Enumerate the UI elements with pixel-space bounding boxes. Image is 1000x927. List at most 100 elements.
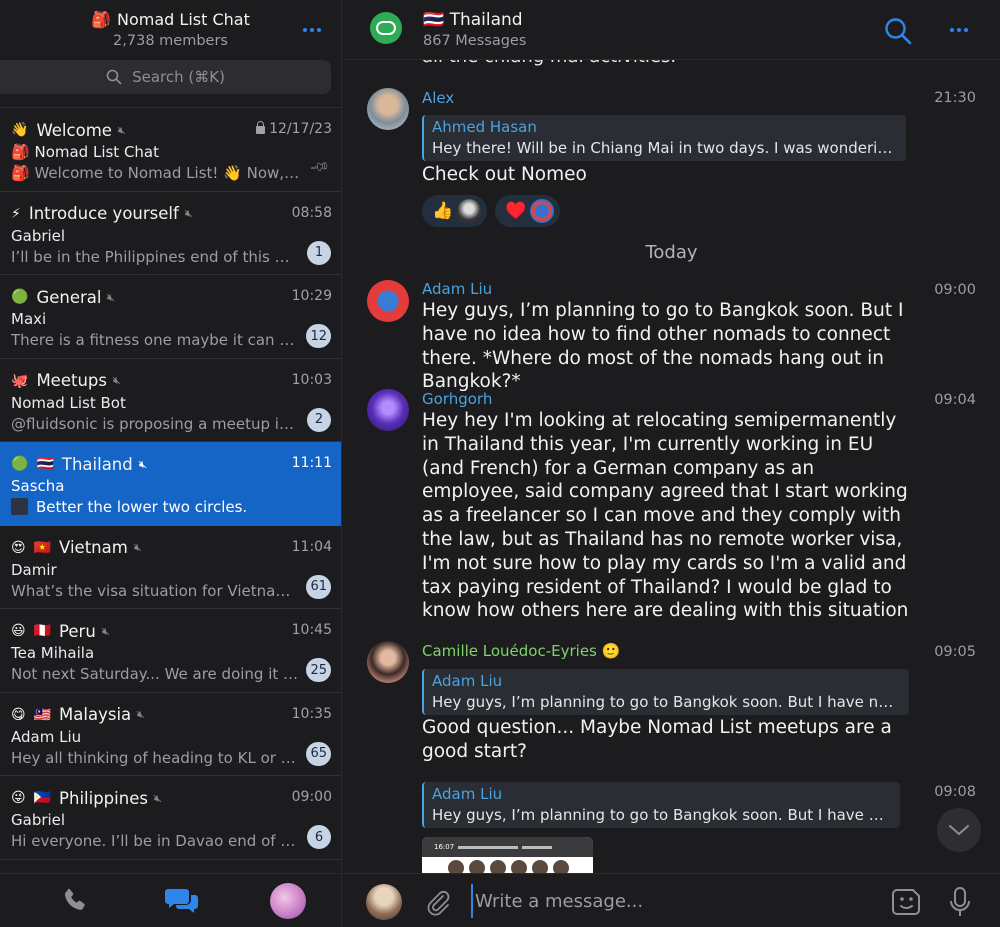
thailand-flag-icon: 🇹🇭 — [423, 10, 445, 30]
reaction-thumbs-up[interactable]: 👍 — [422, 195, 488, 227]
chat-sender: Damir — [11, 560, 57, 579]
avatar[interactable] — [367, 389, 409, 431]
chat-time: 10:35 — [291, 705, 332, 722]
message-text: Check out Nomeo — [422, 164, 587, 185]
message-sender[interactable]: Alex — [422, 89, 454, 107]
image-status-bar: 16:07 — [422, 837, 593, 857]
muted-icon: 🔇︎ — [106, 288, 117, 305]
message-sender[interactable]: Adam Liu — [422, 280, 492, 298]
muted-icon: 🔇︎ — [135, 706, 146, 722]
chat-item-general[interactable]: 🟢 General 🔇︎ 10:29 Maxi There is a fitness… — [0, 275, 341, 359]
chat-item-malaysia[interactable]: 😋 🇲🇾 Malaysia 🔇︎ 10:35 Adam Liu Hey all thi… — [0, 693, 341, 776]
sticker-icon[interactable] — [891, 886, 923, 918]
chat-preview: There is a fitness one maybe it can go..… — [11, 331, 301, 349]
channel-title[interactable]: 🇹🇭 Thailand — [423, 10, 523, 30]
search-bar[interactable]: Search (⌘K) — [0, 60, 331, 94]
chat-item-welcome[interactable]: 👋 Welcome 🔇︎ 12/17/23 🎒 Nomad List Chat 🎒 … — [0, 108, 341, 192]
message-time: 09:04 — [934, 392, 976, 408]
smiley-icon: 😃 — [11, 623, 26, 639]
reply-text: Hey guys, I’m planning to go to Bangkok … — [432, 806, 892, 824]
message-time: 09:05 — [934, 644, 976, 660]
message-time: 09:08 — [934, 784, 976, 800]
chat-name: Meetups — [36, 371, 107, 390]
chat-item-thailand[interactable]: 🟢 🇹🇭 Thailand 🔇︎ 11:11 Sascha Better the lo… — [0, 442, 341, 526]
chat-sender: Nomad List Bot — [11, 393, 126, 412]
octopus-icon: 🐙 — [11, 372, 29, 389]
tab-chats[interactable] — [152, 874, 212, 927]
image-attachment[interactable]: 16:07 — [422, 837, 593, 877]
muted-icon: 🔇︎ — [183, 205, 194, 221]
unread-badge: 65 — [306, 741, 331, 766]
chat-name: Philippines — [59, 788, 148, 808]
lock-icon — [256, 121, 266, 134]
message-sender[interactable]: Gorhgorh — [422, 390, 492, 408]
channel-avatar[interactable] — [370, 12, 402, 44]
reply-quote[interactable]: Adam Liu Hey guys, I’m planning to go to… — [422, 782, 900, 828]
chat-item-introduce-yourself[interactable]: ⚡ Introduce yourself 🔇︎ 08:58 Gabriel I’ll… — [0, 192, 341, 275]
message-input[interactable] — [471, 884, 851, 918]
chat-preview: Better the lower two circles. — [36, 498, 248, 516]
chat-time: 10:45 — [291, 622, 332, 638]
chat-time: 09:00 — [291, 789, 332, 805]
message-time: 21:30 — [934, 90, 976, 106]
tab-profile[interactable] — [258, 874, 318, 927]
reply-author: Adam Liu — [432, 672, 503, 690]
chat-preview: What’s the visa situation for Vietnam?..… — [11, 581, 301, 600]
avatar[interactable] — [367, 88, 409, 130]
my-avatar[interactable] — [366, 884, 402, 920]
unread-badge: 61 — [306, 574, 331, 599]
chat-item-philippines[interactable]: 😜 🇵🇭 Philippines 🔇︎ 09:00 Gabriel Hi everyo… — [0, 776, 341, 860]
reply-quote[interactable]: Ahmed Hasan Hey there! Will be in Chiang… — [422, 115, 906, 161]
chat-name: General — [36, 287, 102, 307]
paperclip-icon[interactable] — [423, 887, 453, 917]
chat-item-peru[interactable]: 😃 🇵🇪 Peru 🔇︎ 10:45 Tea Mihaila Not next Sat… — [0, 609, 341, 693]
chat-pane: 🇹🇭 Thailand 867 Messages all the chiang … — [343, 0, 1000, 927]
chat-preview: Welcome to Nomad List! 👋 Now, t... — [34, 164, 301, 182]
chevron-down-icon — [949, 825, 969, 835]
chat-sender: Sascha — [11, 477, 65, 495]
muted-icon: 🔇︎ — [132, 539, 143, 555]
more-options-icon[interactable] — [950, 28, 968, 32]
chat-item-vietnam[interactable]: 😍 🇻🇳 Vietnam 🔇︎ 11:04 Damir What’s the visa… — [0, 526, 341, 609]
chat-header: 🇹🇭 Thailand 867 Messages — [343, 0, 1000, 60]
member-count: 2,738 members — [113, 33, 228, 49]
backpack-icon: 🎒 — [91, 10, 112, 29]
thumbs-up-icon: 👍 — [432, 201, 454, 221]
reply-quote[interactable]: Adam Liu Hey guys, I’m planning to go to… — [422, 669, 909, 715]
chat-name: Vietnam — [59, 538, 128, 557]
phone-icon — [64, 888, 85, 910]
unread-badge: 6 — [307, 825, 331, 849]
unread-badge: 1 — [307, 240, 331, 265]
search-icon[interactable] — [883, 16, 913, 46]
chat-name: Peru — [59, 621, 96, 641]
chat-preview: Hi everyone. I’ll be in Davao end of thi… — [11, 832, 301, 850]
chat-name: Introduce yourself — [28, 204, 179, 223]
sender-name: Camille Louédoc-Eyries — [422, 642, 597, 660]
chat-sender: Gabriel — [11, 811, 66, 829]
chat-sender: Nomad List Chat — [34, 143, 160, 161]
chat-list: 👋 Welcome 🔇︎ 12/17/23 🎒 Nomad List Chat 🎒 … — [0, 107, 341, 860]
chat-time: 12/17/23 — [269, 121, 332, 137]
search-placeholder: Search (⌘K) — [132, 68, 225, 86]
scroll-to-bottom-button[interactable] — [937, 808, 981, 852]
chat-sender: Adam Liu — [11, 727, 82, 746]
avatar[interactable] — [367, 641, 409, 683]
message-list: all the chiang mai activities. Alex 21:3… — [343, 0, 1000, 877]
chat-preview: I’ll be in the Philippines end of this m… — [11, 247, 301, 266]
reaction-heart[interactable]: ♥️ — [495, 195, 561, 227]
avatar — [530, 199, 555, 223]
chat-item-meetups[interactable]: 🐙 Meetups 🔇︎ 10:03 Nomad List Bot @fluidso… — [0, 359, 341, 442]
search-icon — [106, 69, 122, 85]
chat-bubble-icon: 🟢 — [11, 289, 29, 305]
message-sender[interactable]: Camille Louédoc-Eyries 🙂 — [422, 642, 620, 660]
profile-avatar — [270, 883, 306, 919]
more-options-icon[interactable] — [303, 28, 321, 32]
tab-calls[interactable] — [45, 874, 105, 927]
chat-name: Malaysia — [59, 705, 132, 724]
muted-icon: 🔇︎ — [100, 622, 111, 639]
chat-preview: @fluidsonic is proposing a meetup in B..… — [11, 414, 301, 433]
muted-icon: 🔇︎ — [116, 121, 127, 138]
group-title: 🎒 Nomad List Chat — [0, 10, 341, 29]
avatar[interactable] — [367, 280, 409, 322]
microphone-icon[interactable] — [948, 886, 972, 918]
